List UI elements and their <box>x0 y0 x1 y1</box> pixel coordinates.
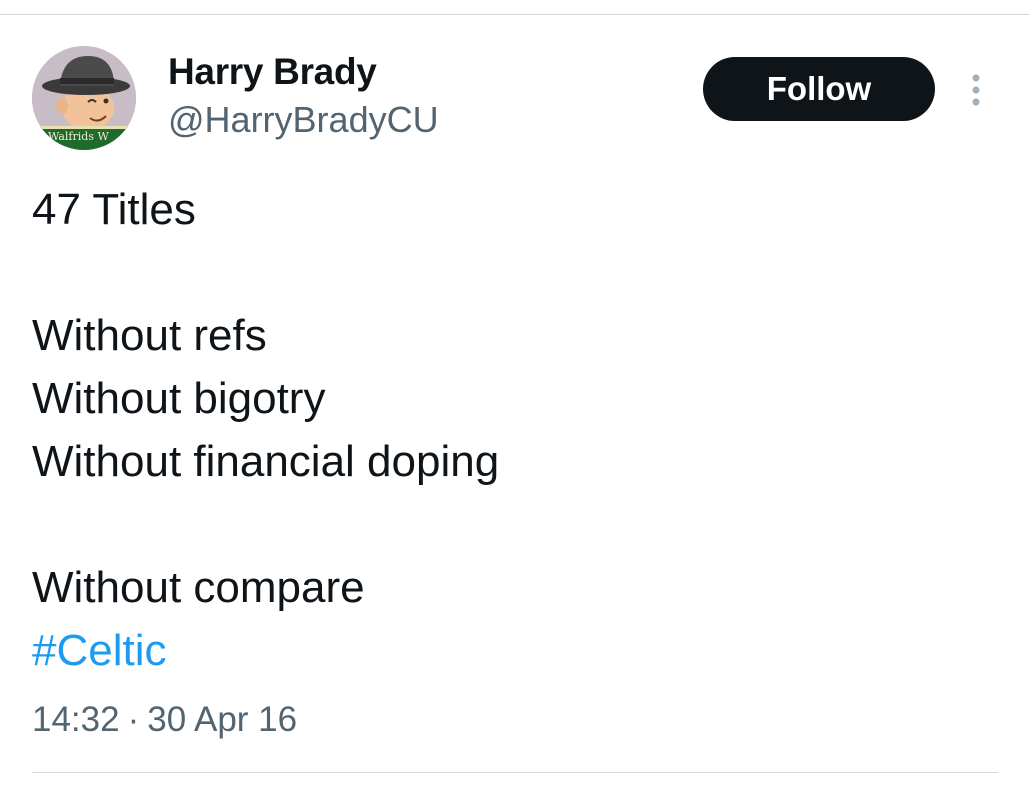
hashtag-link[interactable]: #Celtic <box>32 619 972 682</box>
follow-button[interactable]: Follow <box>703 57 935 121</box>
author-display-name[interactable]: Harry Brady <box>168 50 377 94</box>
bottom-divider <box>32 772 998 773</box>
tweet-line: Without financial doping <box>32 437 500 486</box>
tweet-line: Without compare <box>32 563 365 612</box>
tweet-timestamp[interactable]: 14:32 · 30 Apr 16 <box>32 698 297 742</box>
tweet-line: Without refs <box>32 311 267 360</box>
top-divider <box>0 14 1029 15</box>
tweet-time: 14:32 <box>32 700 120 739</box>
more-vertical-icon <box>972 74 980 106</box>
tweet-line: 47 Titles <box>32 185 196 234</box>
tweet-date: 30 Apr 16 <box>147 700 298 739</box>
more-options-button[interactable] <box>960 70 992 110</box>
author-handle[interactable]: @HarryBradyCU <box>168 98 439 142</box>
tweet-text: 47 Titles Without refs Without bigotry W… <box>32 178 972 682</box>
avatar[interactable]: Walfrids W <box>32 46 136 150</box>
follow-button-label: Follow <box>766 70 872 107</box>
tweet-line: Without bigotry <box>32 374 326 423</box>
timestamp-separator: · <box>127 700 140 739</box>
avatar-banner-text: Walfrids W <box>48 130 109 143</box>
